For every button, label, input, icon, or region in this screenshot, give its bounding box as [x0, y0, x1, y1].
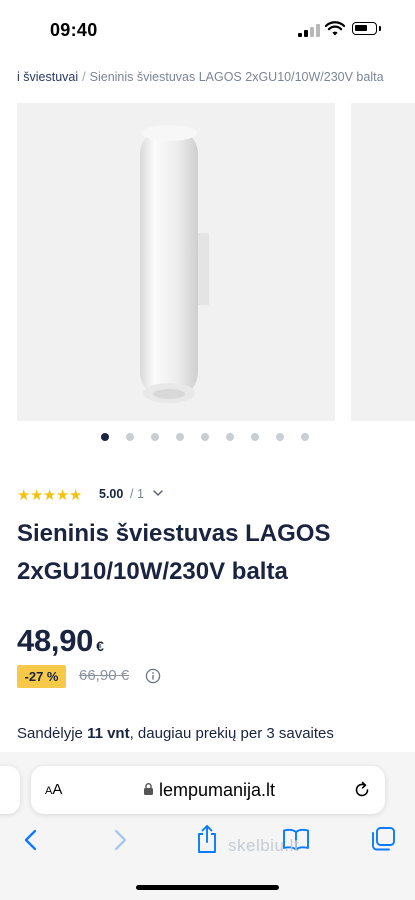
star-icon: ★	[55, 487, 69, 504]
share-icon[interactable]	[195, 823, 219, 855]
gallery-dot[interactable]	[101, 433, 109, 441]
star-icon: ★	[68, 487, 82, 504]
rating-stars: ★★★★★	[17, 486, 82, 505]
back-icon[interactable]	[20, 826, 42, 854]
address-bar[interactable]: AA lempumanija.lt	[31, 766, 385, 814]
rating-count: / 1	[130, 487, 144, 501]
previous-tab-card[interactable]	[0, 766, 20, 814]
gallery-dot[interactable]	[251, 433, 259, 441]
status-time: 09:40	[50, 20, 98, 40]
reload-icon[interactable]	[353, 781, 371, 799]
discount-badge: -27 %	[17, 665, 66, 688]
old-price: 66,90 €	[79, 667, 130, 684]
gallery-dot[interactable]	[226, 433, 234, 441]
tabs-icon[interactable]	[370, 826, 396, 852]
next-product-image[interactable]	[351, 103, 415, 421]
breadcrumb-current: Sieninis šviestuvas LAGOS 2xGU10/10W/230…	[89, 70, 384, 84]
rating-score: 5.00	[99, 487, 124, 501]
star-icon: ★	[29, 487, 43, 504]
product-image[interactable]	[17, 103, 335, 421]
gallery-dot[interactable]	[151, 433, 159, 441]
wifi-icon	[325, 21, 345, 36]
home-indicator[interactable]	[136, 885, 279, 890]
gallery-dot[interactable]	[201, 433, 209, 441]
star-icon: ★	[17, 487, 30, 504]
product-title: Sieninis šviestuvas LAGOS 2xGU10/10W/230…	[17, 520, 331, 585]
info-icon[interactable]	[145, 668, 161, 684]
reader-aa-button[interactable]: AA	[45, 781, 62, 798]
chevron-down-icon[interactable]	[152, 487, 164, 499]
price-value: 48,90	[17, 623, 94, 658]
gallery-dot[interactable]	[176, 433, 184, 441]
url-text: lempumanija.lt	[159, 780, 276, 800]
status-bar: 09:40	[0, 0, 415, 60]
price: 48,90 €	[17, 623, 104, 659]
star-icon: ★	[42, 487, 56, 504]
watermark: skelbiu.lt	[228, 836, 300, 855]
stock-suffix: , daugiau prekių per 3 savaites	[129, 725, 334, 742]
gallery-dot[interactable]	[126, 433, 134, 441]
signal-icon	[298, 23, 320, 37]
breadcrumb: i šviestuvai / Sieninis šviestuvas LAGOS 2…	[17, 70, 384, 84]
lock-icon	[144, 783, 153, 795]
gallery-dot[interactable]	[301, 433, 309, 441]
breadcrumb-link[interactable]: i šviestuvai	[17, 70, 78, 84]
price-currency: €	[96, 638, 104, 654]
stock-prefix: Sandėlyje	[17, 725, 88, 742]
forward-icon[interactable]	[109, 826, 131, 854]
breadcrumb-separator: /	[82, 70, 86, 84]
lamp-illustration	[140, 125, 209, 403]
gallery-dot[interactable]	[276, 433, 284, 441]
stock-quantity: 11 vnt	[87, 725, 130, 742]
stock-status: Sandėlyje 11 vnt, daugiau prekių per 3 s…	[17, 725, 334, 742]
aa-big-letter: A	[52, 781, 63, 798]
battery-icon	[352, 22, 381, 35]
